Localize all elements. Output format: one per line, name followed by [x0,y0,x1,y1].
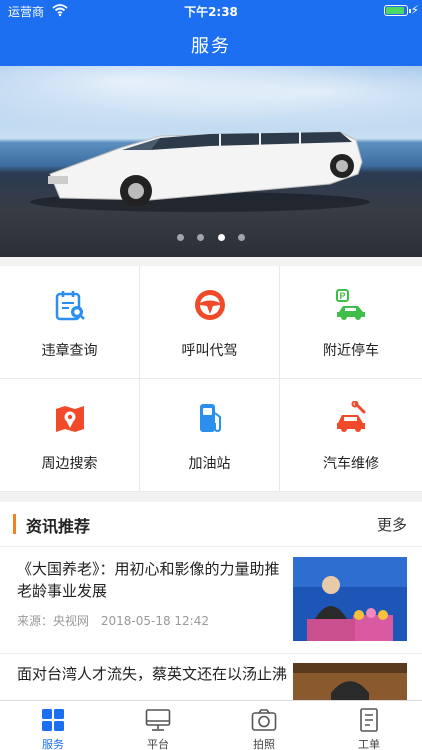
banner-carousel[interactable] [0,66,422,257]
service-call-driver[interactable]: 呼叫代驾 [140,266,280,379]
news-item-date: 2018-05-18 12:42 [100,614,209,628]
camera-icon [251,709,277,731]
violation-query-icon [55,291,85,321]
page-title: 服务 [191,36,231,57]
svg-text:P: P [340,291,346,301]
news-item-meta: 来源：央视网 2018-05-18 12:42 [17,612,209,629]
service-label: 汽车维修 [323,456,379,472]
map-pin-icon [55,406,84,432]
service-violation-query[interactable]: 违章查询 [0,266,140,379]
document-icon [360,708,378,732]
section-accent-bar [13,514,16,534]
tab-work-order[interactable]: 工单 [316,701,422,750]
news-thumbnail [293,663,407,700]
service-label: 附近停车 [323,343,379,359]
service-label: 违章查询 [41,343,98,359]
news-section: 资讯推荐 更多 《大国养老》：用初心和影像的力量助推老龄事业发展 来源：央视网 … [0,502,422,700]
tab-camera[interactable]: 拍照 [211,701,317,750]
service-label: 周边搜索 [41,456,98,472]
status-bar: 运营商 下午2:38 ⚡ [0,0,422,22]
carousel-dot[interactable] [177,234,185,241]
news-section-title: 资讯推荐 [26,517,91,536]
service-nearby-search[interactable]: 周边搜索 [0,379,140,492]
gas-pump-icon [199,404,221,433]
status-time: 下午2:38 [184,5,238,19]
battery-icon [384,5,411,16]
service-label: 呼叫代驾 [181,343,238,359]
monitor-icon [145,709,171,731]
tab-service[interactable]: 服务 [0,701,106,750]
tab-platform[interactable]: 平台 [105,701,211,750]
service-nearby-parking[interactable]: P 附近停车 [280,266,422,379]
service-label: 加油站 [188,456,231,472]
carousel-indicator[interactable] [0,226,422,245]
charging-icon: ⚡ [410,3,419,17]
news-item[interactable]: 面对台湾人才流失，蔡英文还在以汤止沸 [0,653,422,700]
tab-label: 工单 [358,738,380,750]
parking-icon: P [336,289,365,320]
service-grid: 违章查询 呼叫代驾 P 附近停车 周边搜索 加油站 汽车维修 [0,266,422,492]
news-more-link[interactable]: 更多 [377,514,407,535]
carousel-dot[interactable] [237,234,245,241]
tab-label: 服务 [42,738,64,750]
grid-icon [42,709,64,731]
news-header: 资讯推荐 更多 [0,502,422,546]
steering-wheel-icon [194,290,225,320]
carousel-dot-active[interactable] [217,234,225,241]
service-gas-station[interactable]: 加油站 [140,379,280,492]
tab-label: 拍照 [253,738,275,750]
carousel-dot[interactable] [197,234,205,241]
app-header: 运营商 下午2:38 ⚡ 服务 [0,0,422,66]
news-item[interactable]: 《大国养老》：用初心和影像的力量助推老龄事业发展 来源：央视网 2018-05-… [0,546,422,652]
tab-label: 平台 [147,738,169,750]
news-item-title: 《大国养老》：用初心和影像的力量助推老龄事业发展 [17,560,280,600]
news-item-title: 面对台湾人才流失，蔡英文还在以汤止沸 [17,665,288,683]
car-repair-icon [337,401,366,432]
news-item-source: 来源：央视网 [17,614,90,628]
news-thumbnail [293,557,407,641]
service-car-repair[interactable]: 汽车维修 [280,379,422,492]
bottom-tab-bar: 服务 平台 拍照 工单 [0,700,422,750]
